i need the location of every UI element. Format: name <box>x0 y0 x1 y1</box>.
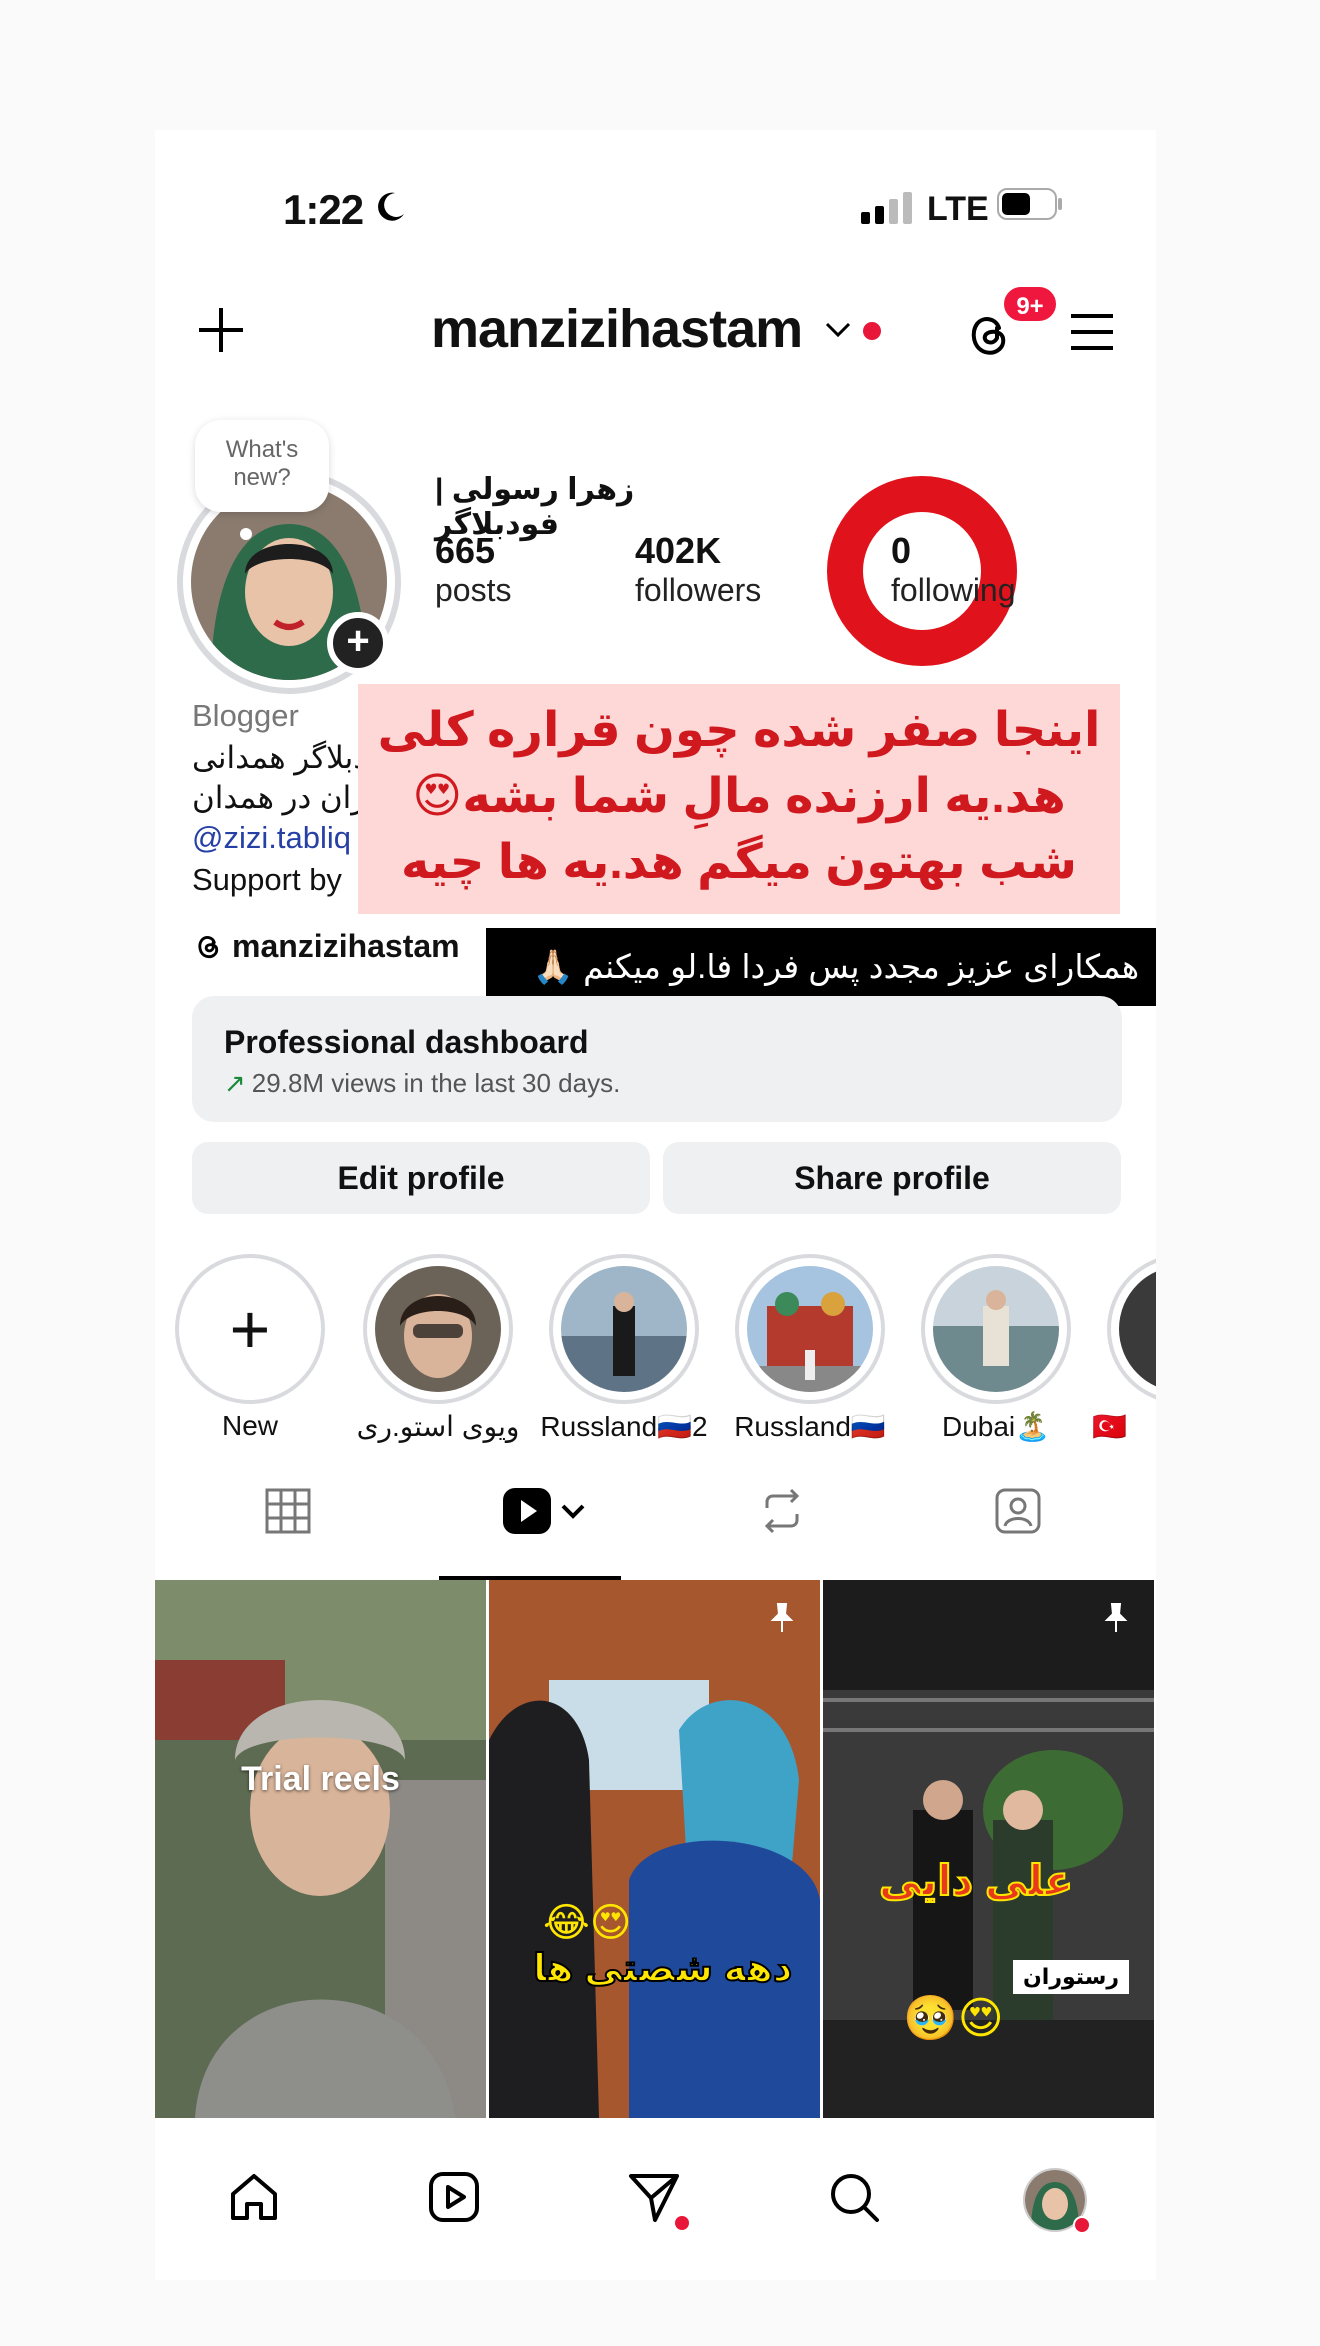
highlight-item[interactable] <box>363 1254 513 1404</box>
dashboard-title: Professional dashboard <box>224 1024 589 1060</box>
following-label[interactable]: following <box>891 572 1016 609</box>
bubble-tail <box>240 528 252 540</box>
trend-arrow-icon: ↗ <box>224 1068 246 1098</box>
followers-count[interactable]: 402K <box>635 530 721 572</box>
notification-badge: 9+ <box>1001 284 1059 324</box>
reel-thumbnail[interactable]: Trial reels <box>155 1580 486 2118</box>
network-label: LTE <box>927 190 989 228</box>
profile-notification-dot <box>1073 2216 1091 2234</box>
highlight-label: Dubai🏝️ <box>941 1411 1051 1442</box>
pinned-icon <box>770 1603 794 1632</box>
tagged-tab-icon[interactable] <box>993 1486 1043 1536</box>
reel-thumbnail[interactable]: 😍😂 دهه شصتی ها <box>489 1580 820 2118</box>
highlight-item[interactable] <box>735 1254 885 1404</box>
highlight-label: New <box>221 1410 278 1441</box>
reels-icon[interactable] <box>425 2168 483 2226</box>
account-notification-dot <box>863 322 881 340</box>
threads-handle-text: manzizihastam <box>232 928 460 964</box>
create-plus-icon[interactable] <box>193 302 249 358</box>
emoji-overlay: 😍😂 <box>543 1901 632 1945</box>
highlight-item[interactable] <box>1107 1254 1156 1404</box>
threads-profile-link[interactable]: manzizihastam <box>192 928 460 965</box>
new-highlight-button[interactable]: + <box>175 1254 325 1404</box>
pinned-icon <box>1104 1603 1128 1632</box>
dashboard-views-text: 29.8M views in the last 30 days. <box>251 1068 621 1098</box>
reel-thumbnail[interactable]: علی دایی رستوران 😍🥹 <box>823 1580 1154 2118</box>
chevron-down-icon[interactable] <box>823 318 853 342</box>
threads-icon <box>198 936 219 959</box>
following-count[interactable]: 0 <box>891 530 911 572</box>
reel-title-overlay: علی دایی <box>878 1856 1074 1905</box>
black-caption-overlay: همکارای عزیز مجدد پس فردا فا.لو میکنم 🙏🏻 <box>486 928 1156 1006</box>
bio-support-text: Support by <box>192 862 342 897</box>
bio-mention-link[interactable]: @zizi.tabliq <box>192 820 351 856</box>
grid-tab-icon[interactable] <box>263 1486 313 1536</box>
search-icon[interactable] <box>825 2168 883 2226</box>
profile-category: Blogger <box>192 698 299 733</box>
reels-tab-icon[interactable] <box>501 1486 591 1536</box>
highlight-item[interactable] <box>921 1254 1071 1404</box>
edit-profile-button[interactable]: Edit profile <box>192 1142 650 1214</box>
posts-count[interactable]: 665 <box>435 530 495 572</box>
highlight-label: Russland🇷🇺 <box>734 1411 886 1442</box>
pink-caption-overlay: اینجا صفر شده چون قراره کلی هد.یه ارزنده… <box>358 684 1120 914</box>
posts-label[interactable]: posts <box>435 572 511 609</box>
bottom-navigation <box>155 2118 1156 2280</box>
battery-icon <box>997 188 1062 220</box>
status-time: 1:22 <box>283 186 364 233</box>
reposts-tab-icon[interactable] <box>757 1486 807 1536</box>
plus-icon: + <box>229 1290 271 1368</box>
messages-notification-dot <box>673 2214 691 2232</box>
highlight-label: 🇹🇷 <box>1092 1411 1127 1442</box>
account-username[interactable]: manzizihastam <box>431 298 803 360</box>
emoji-overlay: 😍🥹 <box>903 1994 1004 2043</box>
home-icon[interactable] <box>225 2168 283 2226</box>
whats-new-bubble[interactable]: What's new? <box>195 420 329 512</box>
highlight-label: Russland🇷🇺2 <box>540 1411 708 1442</box>
reel-title-overlay: دهه شصتی ها <box>532 1947 793 1991</box>
moon-icon <box>378 192 404 221</box>
highlight-item[interactable] <box>549 1254 699 1404</box>
signal-icon <box>861 192 912 224</box>
trial-reels-label: Trial reels <box>241 1760 400 1798</box>
hamburger-menu-icon[interactable] <box>1067 310 1117 354</box>
instagram-profile-screen: 1:22 LTE manzizihastam 9+ + What's new? … <box>155 130 1156 2280</box>
reel-tag-overlay: رستوران <box>1013 1960 1130 1994</box>
share-profile-button[interactable]: Share profile <box>663 1142 1121 1214</box>
dashboard-subtitle: ↗ 29.8M views in the last 30 days. <box>224 1068 620 1099</box>
followers-label[interactable]: followers <box>635 572 761 609</box>
add-story-button[interactable]: + <box>327 612 389 674</box>
red-circle-annotation <box>827 476 1017 666</box>
professional-dashboard[interactable]: Professional dashboard ↗ 29.8M views in t… <box>192 996 1122 1122</box>
highlight-label: ویوی استو.ری <box>356 1411 520 1442</box>
